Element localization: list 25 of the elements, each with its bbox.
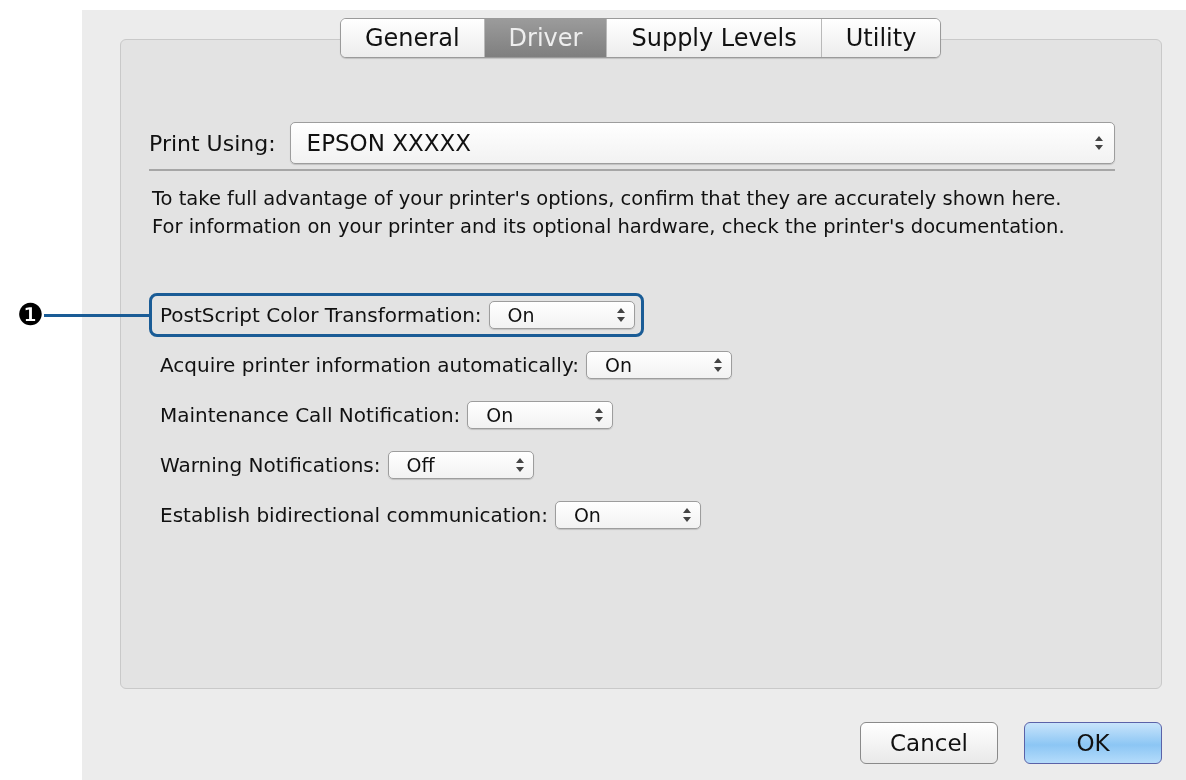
callout-number: ❶ [17,300,44,330]
option-dropdown[interactable]: On [467,401,614,429]
option-dropdown[interactable]: On [586,351,732,379]
print-using-dropdown[interactable]: EPSON XXXXX [289,122,1115,164]
cancel-button[interactable]: Cancel [860,722,998,764]
stepper-arrows-icon [713,357,723,373]
option-label: PostScript Color Transformation: [160,302,482,329]
option-label: Warning Notifications: [160,452,381,479]
tab[interactable]: General [341,19,484,57]
print-using-label: Print Using: [149,129,276,158]
stepper-arrows-icon [1094,135,1104,151]
ok-button[interactable]: OK [1024,722,1162,764]
option-label: Maintenance Call Notification: [160,402,461,429]
option-dropdown[interactable]: On [554,501,701,529]
option-dropdown[interactable]: On [488,301,635,329]
option-label: Acquire printer information automatically: [160,352,579,379]
tab[interactable]: Supply Levels [606,19,821,57]
description-text: To take full advantage of your printer's options, confirm that they are accurately shown here. For information on your printer and its optional hardware, check the printer's documentation. [152,186,1066,240]
tab[interactable]: Utility [820,19,941,57]
option-label: Establish bidirectional communication: [160,502,548,529]
stepper-arrows-icon [514,457,525,473]
stepper-arrows-icon [681,507,692,523]
stepper-arrows-icon [594,407,605,423]
stepper-arrows-icon [615,307,626,323]
option-dropdown[interactable]: Off [387,451,534,479]
